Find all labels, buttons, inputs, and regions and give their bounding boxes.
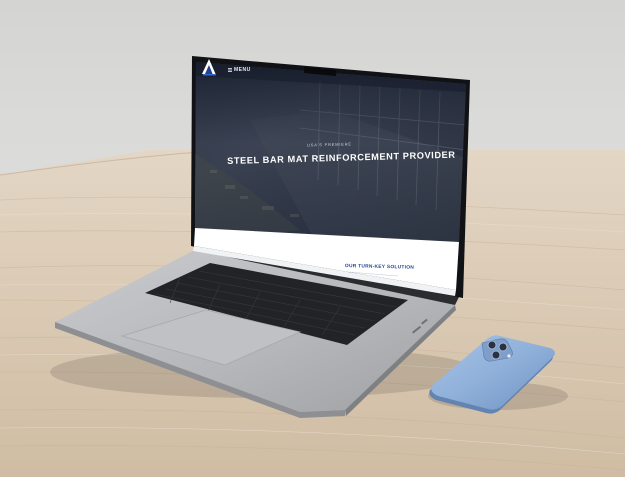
camera-lens-icon xyxy=(491,350,501,360)
smartphone xyxy=(428,335,568,414)
camera-lens-icon xyxy=(487,340,497,350)
product-mockup-photo: MENU USA'S PREMIERE STEEL BAR MAT REINFO… xyxy=(0,0,625,477)
camera-lens-icon xyxy=(498,342,508,352)
